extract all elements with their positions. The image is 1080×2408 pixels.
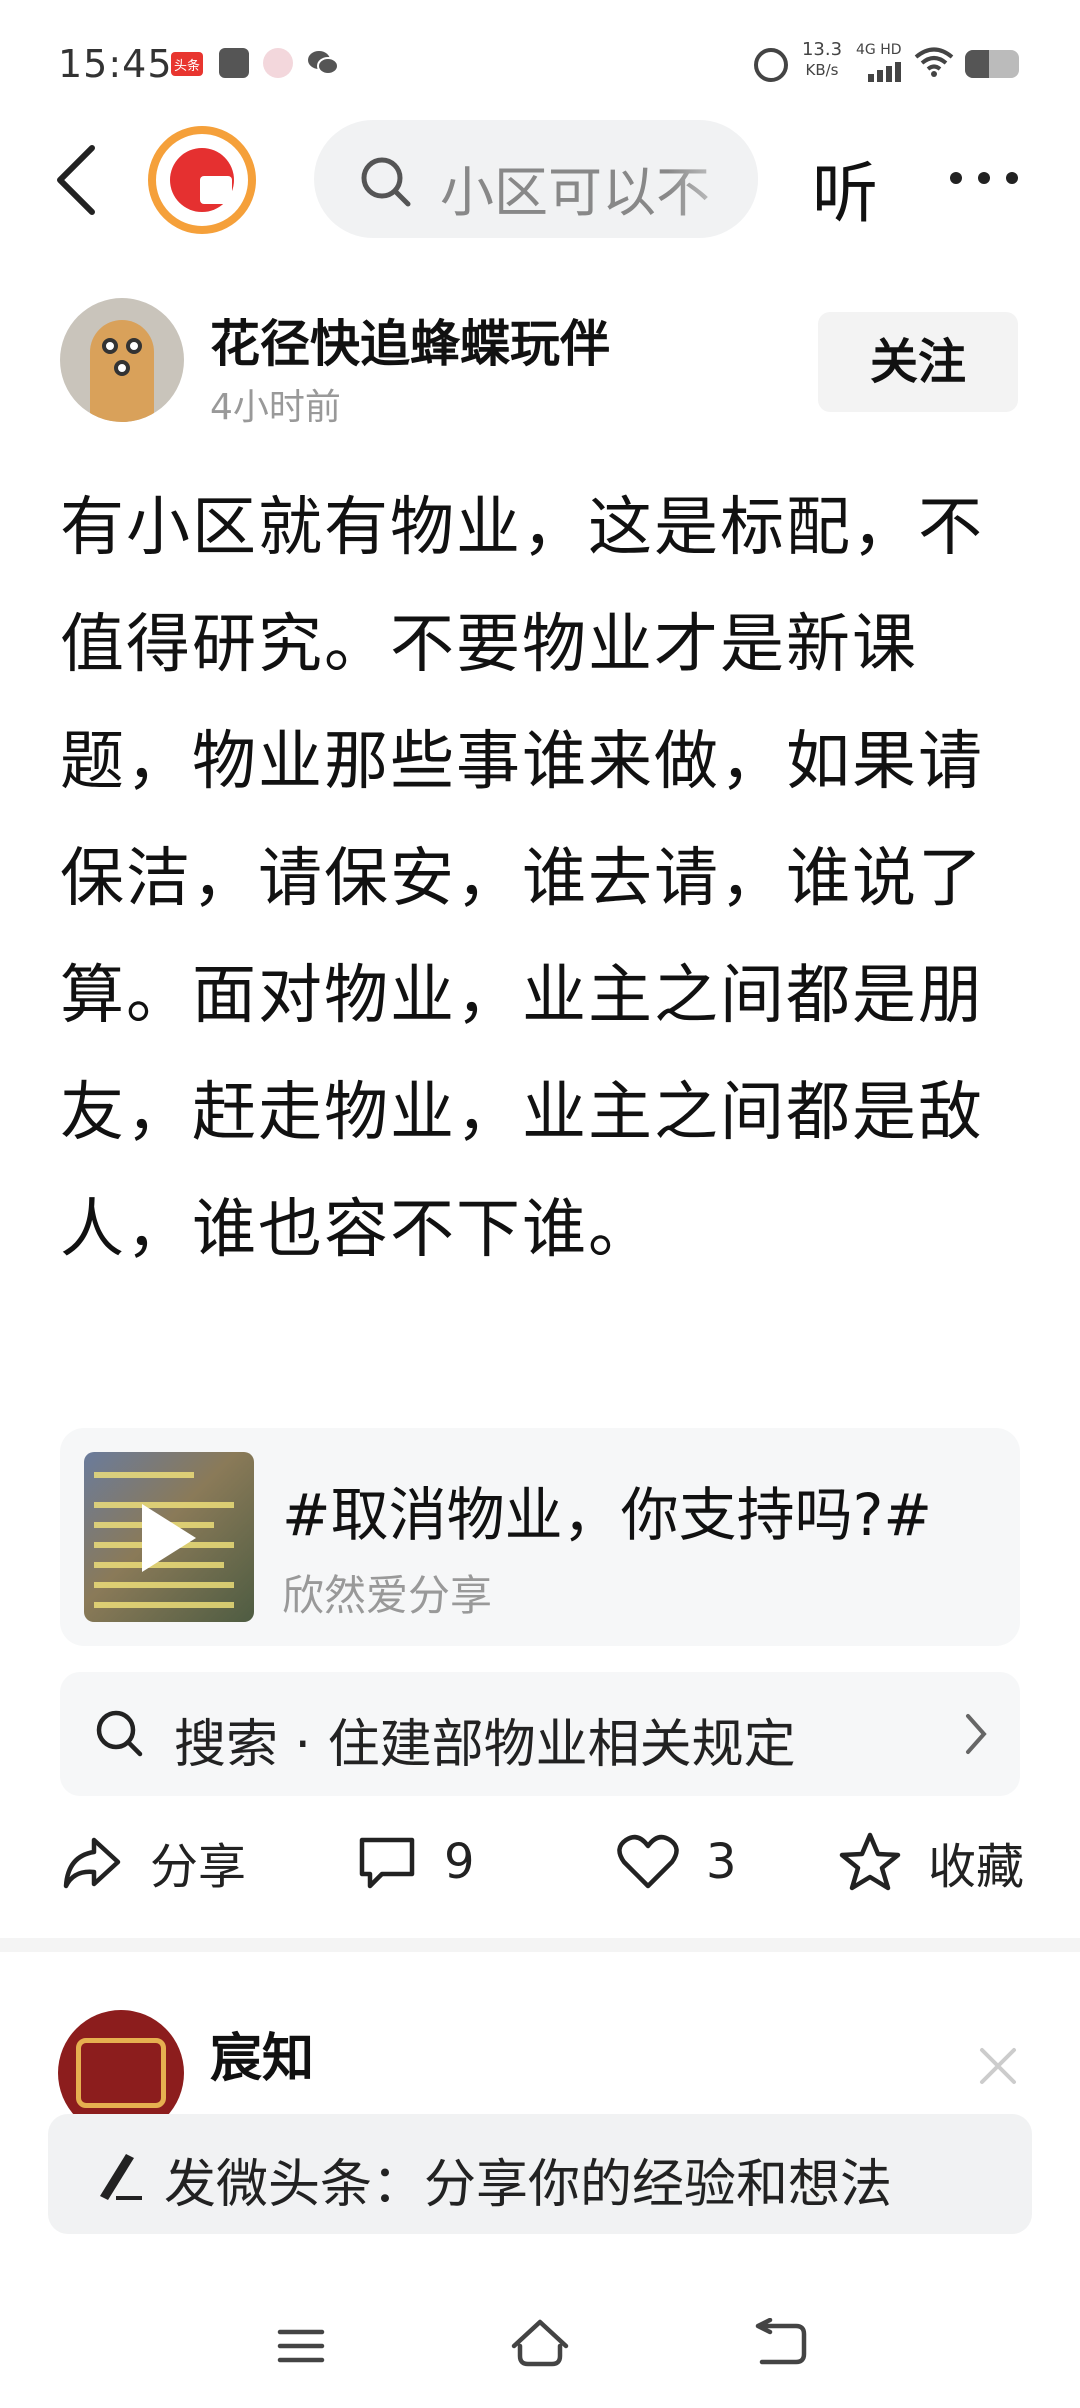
wifi-icon xyxy=(914,46,954,82)
listen-button[interactable]: 听 xyxy=(812,140,878,236)
search-icon xyxy=(361,157,411,207)
alarm-icon xyxy=(754,48,788,82)
menu-icon[interactable] xyxy=(276,2326,326,2366)
video-thumbnail[interactable] xyxy=(84,1452,254,1622)
close-icon[interactable] xyxy=(976,2044,1020,2088)
battery-icon xyxy=(965,50,1019,78)
compose-post-bar[interactable]: 发微头条：分享你的经验和想法 xyxy=(48,2114,1032,2234)
share-button[interactable]: 分享 xyxy=(60,1822,246,1902)
search-icon xyxy=(96,1710,143,1757)
favorite-button[interactable]: 收藏 xyxy=(838,1822,1024,1902)
comment-count: 9 xyxy=(444,1834,475,1890)
topic-title: #取消物业，你支持吗?# xyxy=(282,1481,932,1549)
heart-icon xyxy=(617,1834,679,1889)
chevron-right-icon xyxy=(966,1714,987,1754)
search-suggestion-text: 搜索 · 住建部物业相关规定 xyxy=(174,1715,796,1775)
more-icon[interactable] xyxy=(950,172,1020,186)
post-time: 4小时前 xyxy=(210,387,341,428)
comment-button[interactable]: 9 xyxy=(356,1822,475,1902)
compose-placeholder: 发微头条：分享你的经验和想法 xyxy=(164,2155,893,2215)
toutiao-notification-icon: 头条 xyxy=(171,52,203,76)
share-label: 分享 xyxy=(150,1839,247,1895)
topic-source: 欣然爱分享 xyxy=(282,1571,493,1620)
wechat-notification-icon xyxy=(307,48,339,78)
like-count: 3 xyxy=(706,1834,737,1890)
favorite-label: 收藏 xyxy=(928,1839,1025,1895)
section-divider xyxy=(0,1938,1080,1952)
star-icon xyxy=(839,1832,901,1891)
like-button[interactable]: 3 xyxy=(616,1822,737,1902)
share-icon xyxy=(63,1837,121,1889)
search-input[interactable]: 小区可以不 xyxy=(314,120,758,238)
play-icon xyxy=(142,1504,196,1572)
comment-icon xyxy=(359,1837,415,1889)
pen-icon xyxy=(100,2154,142,2200)
message-notification-icon xyxy=(219,48,249,78)
next-author-name[interactable]: 宸知 xyxy=(210,2016,314,2091)
related-search-suggestion[interactable]: 搜索 · 住建部物业相关规定 xyxy=(60,1672,1020,1796)
author-avatar[interactable] xyxy=(60,298,184,422)
author-name[interactable]: 花径快追蜂蝶玩伴 xyxy=(210,304,610,376)
post-text: 有小区就有物业，这是标配，不值得研究。不要物业才是新课题，物业那些事谁来做，如果… xyxy=(60,491,984,1267)
follow-button[interactable]: 关注 xyxy=(818,312,1018,412)
status-time: 15:45 xyxy=(58,42,173,86)
linked-topic-card[interactable]: #取消物业，你支持吗?# 欣然爱分享 xyxy=(60,1428,1020,1646)
net-speed: 13.3 KB/s xyxy=(801,39,843,80)
signal-icon xyxy=(868,60,910,82)
system-nav-bar xyxy=(0,2280,1080,2408)
home-icon[interactable] xyxy=(508,2316,572,2370)
contact-notification-icon xyxy=(263,48,293,78)
back-nav-icon[interactable] xyxy=(752,2318,810,2368)
network-type: 4G HD xyxy=(856,42,902,58)
back-button[interactable] xyxy=(52,140,112,220)
toutiao-logo-icon[interactable] xyxy=(148,126,256,234)
status-bar: 15:45 头条 13.3 KB/s 4G HD xyxy=(0,0,1080,120)
